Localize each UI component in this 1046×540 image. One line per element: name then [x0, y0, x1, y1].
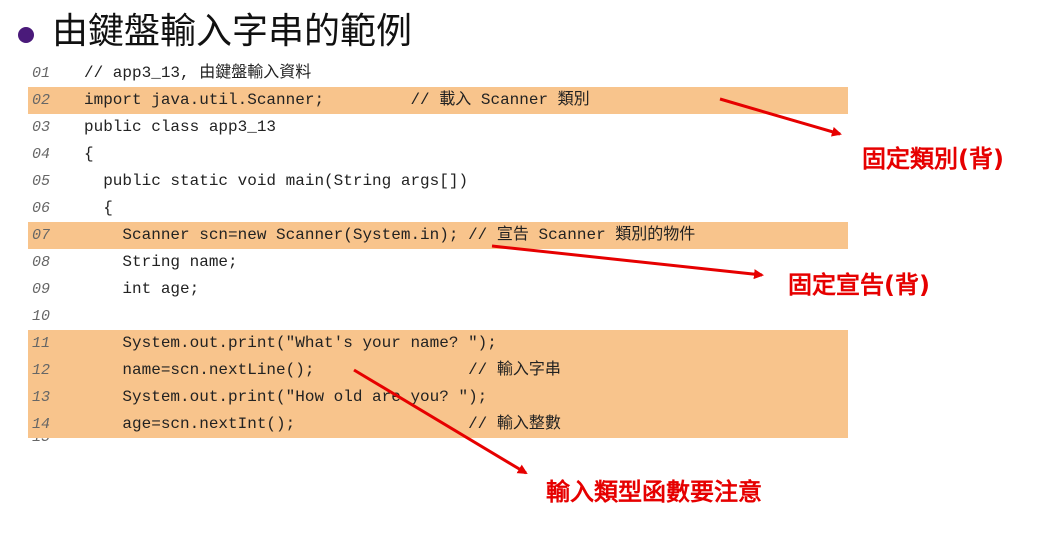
arrow-to-note1 [719, 97, 842, 137]
annotation-fixed-declaration: 固定宣告(背) [788, 271, 930, 299]
annotation-input-type: 輸入類型函數要注意 [546, 478, 762, 506]
arrow-to-note3 [353, 368, 528, 475]
annotation-fixed-class: 固定類別(背) [862, 145, 1004, 173]
arrow-to-note2 [491, 244, 764, 280]
